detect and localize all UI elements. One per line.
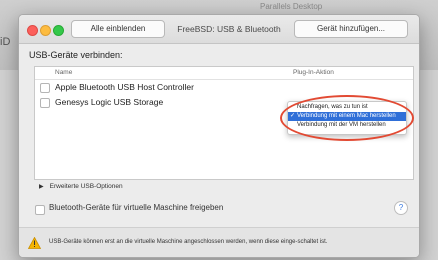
close-icon[interactable] <box>27 25 38 36</box>
minimize-icon[interactable] <box>40 25 51 36</box>
show-all-button[interactable]: Alle einblenden <box>71 20 165 38</box>
title-bar: Alle einblenden FreeBSD: USB & Bluetooth… <box>19 15 419 44</box>
column-header-name[interactable]: Name <box>55 69 72 76</box>
zoom-icon[interactable] <box>53 25 64 36</box>
device-name: Apple Bluetooth USB Host Controller <box>55 82 194 92</box>
background-text: iD <box>0 36 11 48</box>
bluetooth-share-checkbox[interactable] <box>35 205 45 215</box>
bluetooth-share-label: Bluetooth-Geräte für virtuelle Maschine … <box>49 203 224 212</box>
column-header-action[interactable]: Plug-In-Aktion <box>293 69 334 76</box>
window-title: FreeBSD: USB & Bluetooth <box>177 24 281 34</box>
highlight-ring <box>280 95 414 141</box>
usb-section-title: USB-Geräte verbinden: <box>29 50 123 60</box>
device-checkbox[interactable] <box>40 83 50 93</box>
advanced-usb-options[interactable]: ▶ Erweiterte USB-Optionen <box>39 183 123 190</box>
add-device-button[interactable]: Gerät hinzufügen... <box>294 20 408 38</box>
table-header: Name Plug-In-Aktion <box>35 67 413 80</box>
advanced-usb-options-label: Erweiterte USB-Optionen <box>49 183 123 190</box>
footer-message: USB-Geräte können erst an die virtuelle … <box>49 239 328 245</box>
help-icon[interactable]: ? <box>394 201 408 215</box>
info-footer: USB-Geräte können erst an die virtuelle … <box>19 227 419 257</box>
device-name: Genesys Logic USB Storage <box>55 97 164 107</box>
background-faint-text: Parallels Desktop <box>260 2 323 11</box>
device-checkbox[interactable] <box>40 98 50 108</box>
warning-icon <box>28 237 41 249</box>
disclosure-triangle-icon[interactable]: ▶ <box>39 184 44 190</box>
usb-bluetooth-window: Alle einblenden FreeBSD: USB & Bluetooth… <box>18 14 420 258</box>
table-row[interactable]: Apple Bluetooth USB Host Controller <box>35 81 413 95</box>
